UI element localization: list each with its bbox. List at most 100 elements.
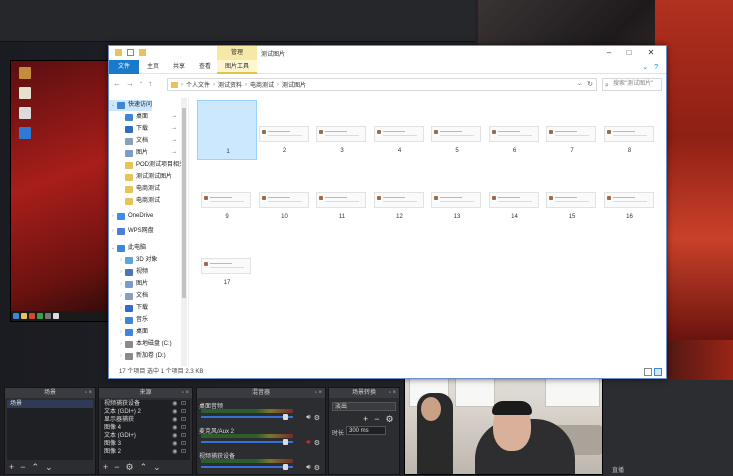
remove-scene-button[interactable]: − — [20, 462, 25, 472]
remove-source-button[interactable]: − — [114, 462, 119, 472]
file-thumbnail[interactable]: 17 — [197, 232, 257, 292]
source-item[interactable]: 文本 (GDI+) 2 ◉ ⊡ — [101, 408, 190, 416]
volume-slider[interactable] — [201, 441, 293, 443]
close-button[interactable]: ✕ — [642, 47, 660, 59]
recent-dropdown-icon[interactable]: ⌄ — [139, 79, 143, 88]
properties-icon[interactable] — [127, 49, 134, 56]
obs-preview-canvas[interactable] — [10, 60, 110, 322]
expand-chevron-icon[interactable]: › — [117, 339, 125, 350]
refresh-icon[interactable]: ↻ — [587, 80, 593, 88]
visibility-lock-icon[interactable]: ◉ ⊡ — [172, 432, 187, 440]
nav-item[interactable]: 桌面 ⊸ — [109, 112, 176, 123]
nav-item[interactable]: 图片 ⊸ — [109, 148, 176, 159]
file-thumbnail[interactable]: 14 — [485, 166, 545, 226]
breadcrumb-item[interactable]: 测试图片 — [282, 80, 306, 89]
nav-item[interactable]: 电商测试 — [109, 196, 160, 207]
maximize-button[interactable]: □ — [620, 47, 638, 59]
file-thumbnail[interactable]: 13 — [427, 166, 487, 226]
gear-icon[interactable]: ⚙ — [314, 414, 320, 422]
file-thumbnail[interactable]: 9 — [197, 166, 257, 226]
volume-slider[interactable] — [201, 416, 293, 418]
back-icon[interactable]: ← — [113, 79, 121, 88]
gear-icon[interactable]: ⚙ — [314, 439, 320, 447]
add-scene-button[interactable]: + — [9, 462, 14, 472]
file-thumbnail[interactable]: 12 — [370, 166, 430, 226]
search-input[interactable]: ⌕ 搜索"测试图片" — [602, 78, 662, 91]
breadcrumb-item[interactable]: 个人文件 — [186, 80, 210, 89]
gear-icon[interactable]: ⚙ — [314, 464, 320, 472]
remove-transition-button[interactable]: − — [374, 414, 379, 425]
visibility-lock-icon[interactable]: ◉ ⊡ — [172, 408, 187, 416]
large-icons-view-button[interactable] — [654, 368, 662, 376]
expand-chevron-icon[interactable]: › — [109, 226, 117, 237]
nav-item[interactable]: ⌄ 快速访问 — [109, 100, 153, 111]
volume-slider-knob[interactable] — [283, 414, 289, 420]
file-grid[interactable]: 1 2 3 4 5 6 7 8 9 10 11 12 13 14 15 16 17 — [191, 98, 661, 366]
nav-item[interactable]: › 新加卷 (D:) — [109, 351, 166, 362]
transition-select[interactable]: 淡出 — [332, 402, 396, 411]
nav-item[interactable]: › OneDrive — [109, 211, 153, 222]
nav-item[interactable]: › 图片 — [109, 279, 148, 290]
duration-input[interactable]: 300 ms — [346, 426, 386, 435]
speaker-icon[interactable]: 🔊︎ — [306, 439, 310, 447]
expand-chevron-icon[interactable]: › — [109, 211, 117, 222]
file-thumbnail[interactable]: 11 — [312, 166, 372, 226]
add-source-button[interactable]: + — [103, 462, 108, 472]
visibility-lock-icon[interactable]: ◉ ⊡ — [172, 400, 187, 408]
file-thumbnail[interactable]: 7 — [542, 100, 602, 160]
forward-icon[interactable]: → — [126, 79, 134, 88]
source-item[interactable]: 图像 3 ◉ ⊡ — [101, 440, 190, 448]
file-thumbnail[interactable]: 10 — [255, 166, 315, 226]
tab-picture-tools[interactable]: 图片工具 — [217, 60, 257, 74]
dock-float-icon[interactable]: ▫ × — [315, 388, 322, 398]
expand-chevron-icon[interactable]: ⌄ — [109, 243, 117, 254]
manage-tab[interactable]: 管理 — [217, 46, 257, 60]
file-thumbnail[interactable]: 2 — [255, 100, 315, 160]
volume-slider-knob[interactable] — [283, 439, 289, 445]
help-icon[interactable]: ? — [654, 64, 658, 71]
minimize-button[interactable]: – — [600, 47, 618, 59]
tab-home[interactable]: 主页 — [141, 60, 165, 74]
nav-item[interactable]: › 文档 — [109, 291, 148, 302]
dock-float-icon[interactable]: ▫ × — [389, 388, 396, 398]
expand-chevron-icon[interactable]: › — [117, 279, 125, 290]
nav-item[interactable]: 下载 ⊸ — [109, 124, 176, 135]
nav-item[interactable]: › WPS网盘 — [109, 226, 154, 237]
file-thumbnail[interactable]: 6 — [485, 100, 545, 160]
source-item[interactable]: 显示器捕获 ◉ ⊡ — [101, 416, 190, 424]
title-bar[interactable]: 管理 测试图片 – □ ✕ — [109, 46, 666, 60]
dock-float-icon[interactable]: ▫ × — [182, 388, 189, 398]
expand-chevron-icon[interactable]: › — [117, 303, 125, 314]
expand-ribbon-icon[interactable]: ⌄ — [642, 64, 648, 71]
scenes-list[interactable]: 场景 — [7, 400, 93, 460]
nav-scrollbar[interactable] — [181, 98, 187, 366]
expand-chevron-icon[interactable]: › — [117, 327, 125, 338]
file-thumbnail[interactable]: 16 — [600, 166, 660, 226]
expand-chevron-icon[interactable]: › — [117, 267, 125, 278]
nav-item[interactable]: › 3D 对象 — [109, 255, 157, 266]
move-up-icon[interactable]: ⌃ — [32, 462, 40, 472]
nav-item[interactable]: 测试测试图片 — [109, 172, 172, 183]
nav-item[interactable]: › 音乐 — [109, 315, 148, 326]
visibility-lock-icon[interactable]: ◉ ⊡ — [172, 440, 187, 448]
source-item[interactable]: 图像 4 ◉ ⊡ — [101, 424, 190, 432]
sources-list[interactable]: 视频捕获设备 ◉ ⊡ 文本 (GDI+) 2 ◉ ⊡ 显示器捕获 ◉ ⊡ 图像 4 ◉ ⊡ 文本… — [101, 400, 190, 460]
nav-item[interactable]: ⌄ 此电脑 — [109, 243, 146, 254]
visibility-lock-icon[interactable]: ◉ ⊡ — [172, 448, 187, 456]
nav-item[interactable]: 电商测试 — [109, 184, 160, 195]
tab-share[interactable]: 共享 — [167, 60, 191, 74]
expand-chevron-icon[interactable]: ⌄ — [109, 100, 117, 111]
move-down-icon[interactable]: ⌄ — [153, 462, 161, 472]
file-thumbnail[interactable]: 15 — [542, 166, 602, 226]
address-dropdown-icon[interactable]: ⌄ — [577, 80, 582, 87]
visibility-lock-icon[interactable]: ◉ ⊡ — [172, 416, 187, 424]
scene-item[interactable]: 场景 — [7, 400, 93, 408]
tab-view[interactable]: 查看 — [193, 60, 217, 74]
source-item[interactable]: 文本 (GDI+) ◉ ⊡ — [101, 432, 190, 440]
up-icon[interactable]: ↑ — [148, 79, 152, 88]
nav-item[interactable]: › 下载 — [109, 303, 148, 314]
expand-chevron-icon[interactable]: › — [117, 351, 125, 362]
nav-item[interactable]: › 视频 — [109, 267, 148, 278]
move-up-icon[interactable]: ⌃ — [140, 462, 148, 472]
speaker-icon[interactable]: 🔊︎ — [306, 464, 310, 472]
